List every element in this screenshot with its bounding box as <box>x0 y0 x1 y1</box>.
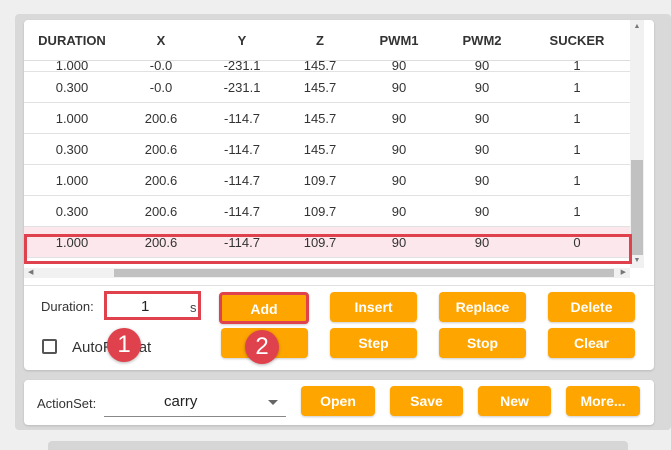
step-button[interactable]: Step <box>330 328 417 358</box>
cell-x: 200.6 <box>120 102 202 134</box>
add-button[interactable]: Add <box>219 292 309 324</box>
scroll-right-arrow-icon[interactable]: ▶ <box>621 268 626 278</box>
cell-y: -114.7 <box>202 195 282 227</box>
cell-pwm2: 90 <box>440 164 524 196</box>
cell-x: 200.6 <box>120 164 202 196</box>
duration-label: Duration: <box>41 299 94 314</box>
cell-y: -114.7 <box>202 164 282 196</box>
cell-z: 109.7 <box>282 164 358 196</box>
cell-duration: 1.000 <box>24 59 120 72</box>
cell-z: 145.7 <box>282 133 358 165</box>
cell-pwm1: 90 <box>358 133 440 165</box>
bottom-panel-edge <box>48 441 628 450</box>
cell-pwm1: 90 <box>358 195 440 227</box>
actionset-selected-value: carry <box>164 393 198 410</box>
cell-x: -0.0 <box>120 59 202 72</box>
cell-z: 145.7 <box>282 59 358 72</box>
cell-pwm1: 90 <box>358 102 440 134</box>
step-badge-1: 1 <box>107 328 141 362</box>
cell-sucker: 1 <box>524 133 630 165</box>
cell-pwm2: 90 <box>440 71 524 103</box>
actionset-label: ActionSet: <box>37 396 97 411</box>
new-button[interactable]: New <box>478 386 551 416</box>
table-header-row: DURATION X Y Z PWM1 PWM2 SUCKER <box>24 20 630 61</box>
cell-y: -231.1 <box>202 59 282 72</box>
step-badge-2: 2 <box>245 330 279 364</box>
cell-z: 145.7 <box>282 71 358 103</box>
cell-x: 200.6 <box>120 195 202 227</box>
table-row[interactable]: 0.300 200.6 -114.7 145.7 90 90 1 <box>24 133 630 165</box>
column-header-x[interactable]: X <box>120 20 202 61</box>
cell-y: -231.1 <box>202 71 282 103</box>
cell-x: 200.6 <box>120 133 202 165</box>
cell-pwm1: 90 <box>358 164 440 196</box>
cell-sucker: 1 <box>524 71 630 103</box>
column-header-sucker[interactable]: SUCKER <box>524 20 630 61</box>
cell-sucker: 1 <box>524 59 630 72</box>
clear-button[interactable]: Clear <box>548 328 635 358</box>
controls-divider <box>24 285 654 286</box>
scroll-left-arrow-icon[interactable]: ◀ <box>28 268 33 278</box>
vertical-scroll-thumb[interactable] <box>631 160 643 255</box>
insert-button[interactable]: Insert <box>330 292 417 322</box>
cell-duration: 0.300 <box>24 71 120 103</box>
cell-sucker: 1 <box>524 195 630 227</box>
cell-x: -0.0 <box>120 71 202 103</box>
horizontal-scroll-thumb[interactable] <box>114 269 614 277</box>
action-table[interactable]: DURATION X Y Z PWM1 PWM2 SUCKER 1.000 -0… <box>24 20 630 268</box>
delete-button[interactable]: Delete <box>548 292 635 322</box>
autorepeat-checkbox[interactable] <box>42 339 57 354</box>
table-row[interactable]: 0.300 -0.0 -231.1 145.7 90 90 1 <box>24 71 630 103</box>
stop-button[interactable]: Stop <box>439 328 526 358</box>
cell-duration: 1.000 <box>24 164 120 196</box>
table-vertical-scrollbar[interactable]: ▲ ▼ <box>630 20 644 268</box>
cell-pwm2: 90 <box>440 133 524 165</box>
more-button[interactable]: More... <box>566 386 640 416</box>
table-row[interactable]: 1.000 200.6 -114.7 109.7 90 90 1 <box>24 164 630 196</box>
column-header-y[interactable]: Y <box>202 20 282 61</box>
cell-z: 145.7 <box>282 102 358 134</box>
duration-value: 1 <box>141 298 150 315</box>
scroll-down-arrow-icon[interactable]: ▼ <box>630 256 644 266</box>
cell-pwm1: 90 <box>358 59 440 72</box>
table-row[interactable]: 1.000 200.6 -114.7 145.7 90 90 1 <box>24 102 630 134</box>
cell-duration: 0.300 <box>24 133 120 165</box>
duration-unit: s <box>190 300 197 315</box>
replace-button[interactable]: Replace <box>439 292 526 322</box>
cell-y: -114.7 <box>202 133 282 165</box>
cell-z: 109.7 <box>282 195 358 227</box>
actionset-select[interactable]: carry <box>104 388 286 417</box>
duration-input[interactable]: 1 s <box>104 291 201 320</box>
table-row[interactable]: 1.000 -0.0 -231.1 145.7 90 90 1 <box>24 59 630 72</box>
cell-sucker: 1 <box>524 164 630 196</box>
open-button[interactable]: Open <box>301 386 375 416</box>
column-header-pwm2[interactable]: PWM2 <box>440 20 524 61</box>
cell-y: -114.7 <box>202 102 282 134</box>
cell-duration: 0.300 <box>24 195 120 227</box>
cell-sucker: 1 <box>524 102 630 134</box>
cell-duration: 1.000 <box>24 102 120 134</box>
column-header-z[interactable]: Z <box>282 20 358 61</box>
table-horizontal-scrollbar[interactable]: ◀ ▶ <box>24 268 630 278</box>
scroll-up-arrow-icon[interactable]: ▲ <box>630 22 644 32</box>
cell-pwm2: 90 <box>440 195 524 227</box>
dropdown-caret-icon <box>268 400 278 405</box>
save-button[interactable]: Save <box>390 386 463 416</box>
cell-pwm2: 90 <box>440 59 524 72</box>
cell-pwm2: 90 <box>440 102 524 134</box>
table-row[interactable]: 0.300 200.6 -114.7 109.7 90 90 1 <box>24 195 630 227</box>
column-header-duration[interactable]: DURATION <box>24 20 120 61</box>
column-header-pwm1[interactable]: PWM1 <box>358 20 440 61</box>
cell-pwm1: 90 <box>358 71 440 103</box>
selected-row-highlight <box>24 234 632 264</box>
